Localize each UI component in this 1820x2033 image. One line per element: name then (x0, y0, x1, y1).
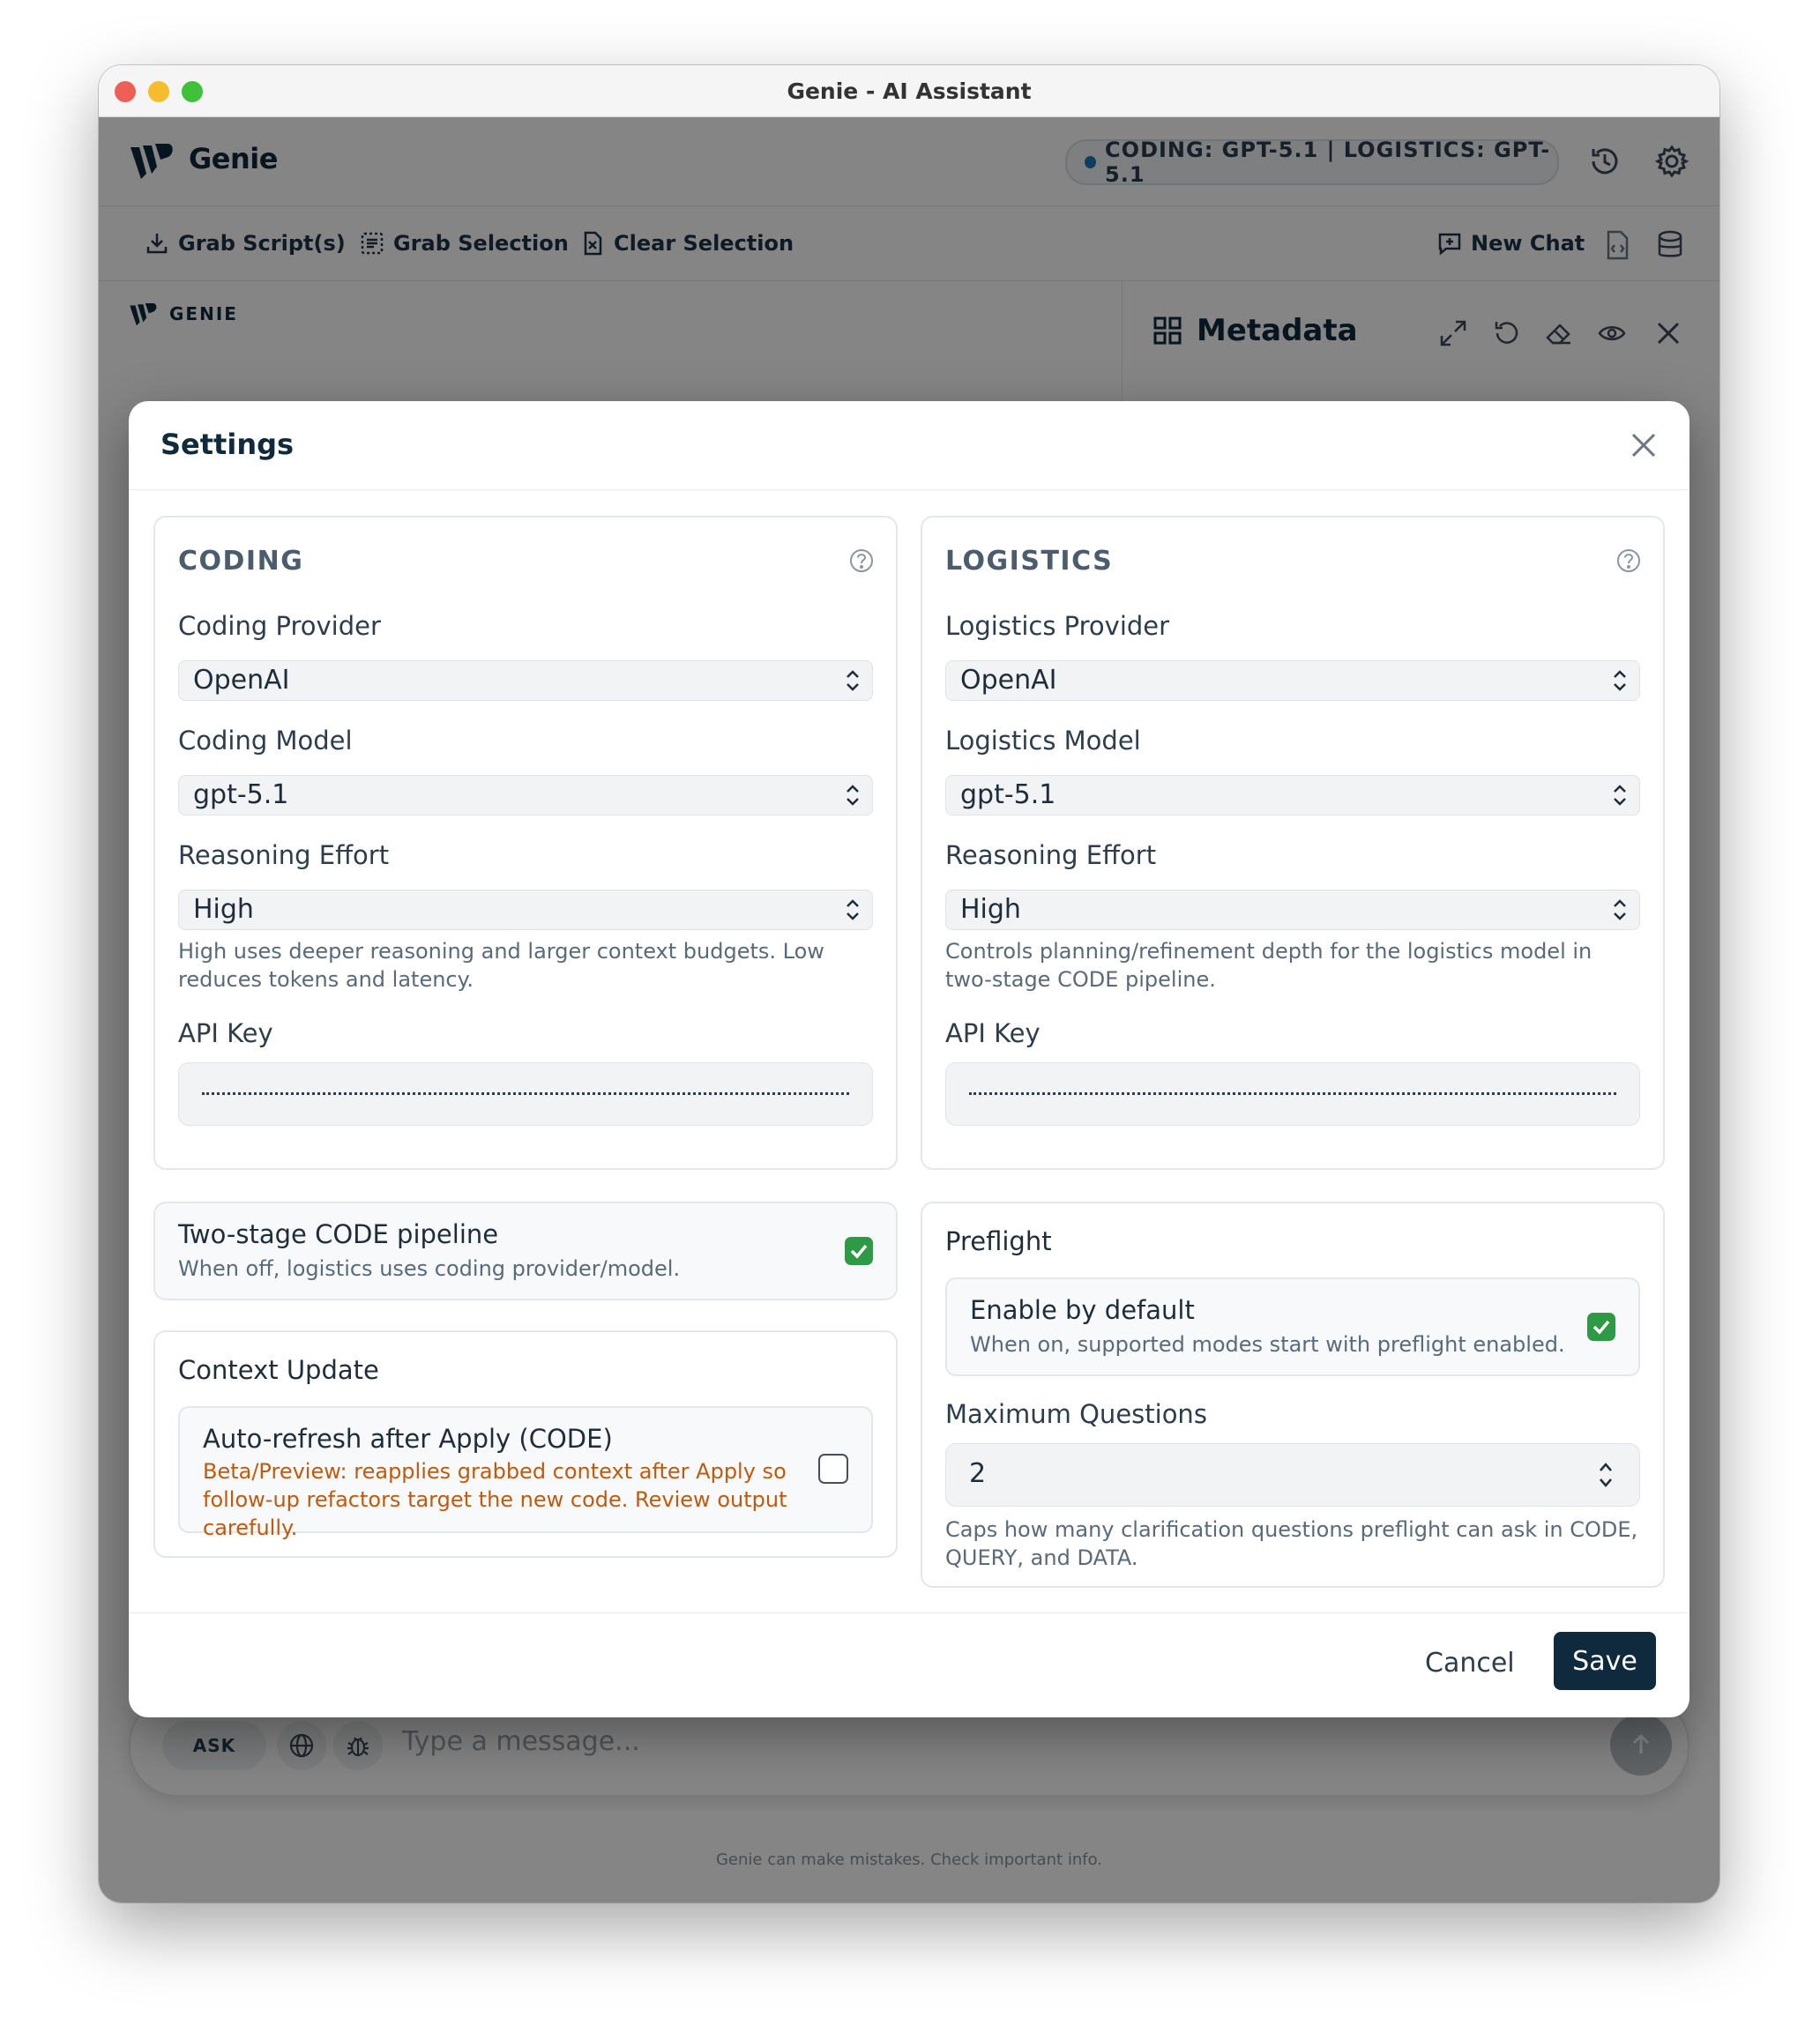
logistics-provider-select[interactable]: OpenAI (945, 660, 1640, 701)
chevron-updown-icon (847, 785, 859, 806)
two-stage-subtitle: When off, logistics uses coding provider… (178, 1256, 681, 1281)
settings-dialog: Settings CODING Coding Provider OpenAI C… (129, 401, 1689, 1717)
enable-by-default-option[interactable]: Enable by default When on, supported mod… (945, 1277, 1640, 1376)
check-icon (850, 1244, 868, 1259)
auto-refresh-warning: Beta/Preview: reapplies grabbed context … (203, 1459, 787, 1540)
chevron-updown-icon (847, 670, 859, 691)
window-titlebar: Genie - AI Assistant (99, 65, 1719, 117)
chevron-updown-icon (1614, 785, 1626, 806)
enable-by-default-checkbox[interactable] (1587, 1313, 1615, 1341)
coding-provider-value: OpenAI (193, 665, 290, 696)
logistics-model-select[interactable]: gpt-5.1 (945, 775, 1640, 815)
max-questions-value: 2 (969, 1458, 987, 1489)
max-questions-label: Maximum Questions (945, 1399, 1207, 1429)
masked-password (202, 1092, 849, 1095)
window-title: Genie - AI Assistant (787, 78, 1032, 104)
help-icon[interactable] (1615, 547, 1642, 574)
chevron-updown-icon (847, 899, 859, 920)
two-stage-checkbox[interactable] (845, 1237, 873, 1265)
preflight-title: Preflight (945, 1226, 1052, 1256)
auto-refresh-checkbox[interactable] (818, 1454, 848, 1484)
logistics-effort-select[interactable]: High (945, 890, 1640, 930)
divider (129, 489, 1689, 490)
coding-effort-label: Reasoning Effort (178, 840, 390, 870)
save-button[interactable]: Save (1554, 1632, 1656, 1690)
preflight-card: Preflight Enable by default When on, sup… (921, 1202, 1665, 1588)
zoom-window-button[interactable] (182, 81, 203, 102)
coding-effort-help: High uses deeper reasoning and larger co… (178, 939, 824, 992)
logistics-provider-value: OpenAI (960, 665, 1057, 696)
enable-by-default-subtitle: When on, supported modes start with pref… (970, 1332, 1565, 1357)
logistics-card: LOGISTICS Logistics Provider OpenAI Logi… (921, 516, 1665, 1170)
stepper-icon[interactable] (1595, 1460, 1616, 1490)
minimize-window-button[interactable] (148, 81, 169, 102)
footer-divider (129, 1612, 1689, 1613)
close-icon[interactable] (1628, 429, 1660, 461)
settings-title: Settings (160, 428, 295, 461)
help-icon[interactable] (848, 547, 875, 574)
logistics-model-label: Logistics Model (945, 726, 1141, 756)
logistics-api-key-input[interactable] (945, 1062, 1640, 1126)
logistics-title: LOGISTICS (945, 546, 1114, 577)
logistics-api-key-label: API Key (945, 1018, 1041, 1048)
coding-title: CODING (178, 546, 304, 577)
context-update-card: Context Update Auto-refresh after Apply … (153, 1330, 898, 1558)
chevron-updown-icon (1614, 670, 1626, 691)
two-stage-title: Two-stage CODE pipeline (178, 1219, 499, 1249)
coding-effort-select[interactable]: High (178, 890, 873, 930)
app-body: Genie CODING: GPT-5.1 | LOGISTICS: GPT-5… (99, 117, 1719, 1903)
max-questions-help: Caps how many clarification questions pr… (945, 1517, 1638, 1570)
context-update-title: Context Update (178, 1355, 379, 1385)
coding-model-select[interactable]: gpt-5.1 (178, 775, 873, 815)
check-icon (1592, 1320, 1610, 1335)
coding-card: CODING Coding Provider OpenAI Coding Mod… (153, 516, 898, 1170)
chevron-updown-icon (1614, 899, 1626, 920)
close-window-button[interactable] (115, 81, 136, 102)
max-questions-input[interactable]: 2 (945, 1443, 1640, 1507)
logistics-effort-help: Controls planning/refinement depth for t… (945, 939, 1592, 992)
logistics-provider-label: Logistics Provider (945, 611, 1170, 641)
coding-model-value: gpt-5.1 (193, 779, 289, 810)
coding-api-key-label: API Key (178, 1018, 273, 1048)
coding-api-key-input[interactable] (178, 1062, 873, 1126)
logistics-effort-label: Reasoning Effort (945, 840, 1157, 870)
app-window: Genie - AI Assistant Genie CODING: GPT-5… (99, 65, 1719, 1903)
auto-refresh-option[interactable]: Auto-refresh after Apply (CODE) Beta/Pre… (178, 1406, 873, 1540)
coding-effort-value: High (193, 894, 254, 925)
enable-by-default-title: Enable by default (970, 1295, 1195, 1325)
logistics-model-value: gpt-5.1 (960, 779, 1056, 810)
coding-provider-label: Coding Provider (178, 611, 381, 641)
cancel-button[interactable]: Cancel (1425, 1648, 1515, 1679)
coding-provider-select[interactable]: OpenAI (178, 660, 873, 701)
two-stage-card[interactable]: Two-stage CODE pipeline When off, logist… (153, 1202, 898, 1300)
logistics-effort-value: High (960, 894, 1021, 925)
auto-refresh-title: Auto-refresh after Apply (CODE) (203, 1424, 613, 1454)
masked-password (969, 1092, 1616, 1095)
coding-model-label: Coding Model (178, 726, 353, 756)
